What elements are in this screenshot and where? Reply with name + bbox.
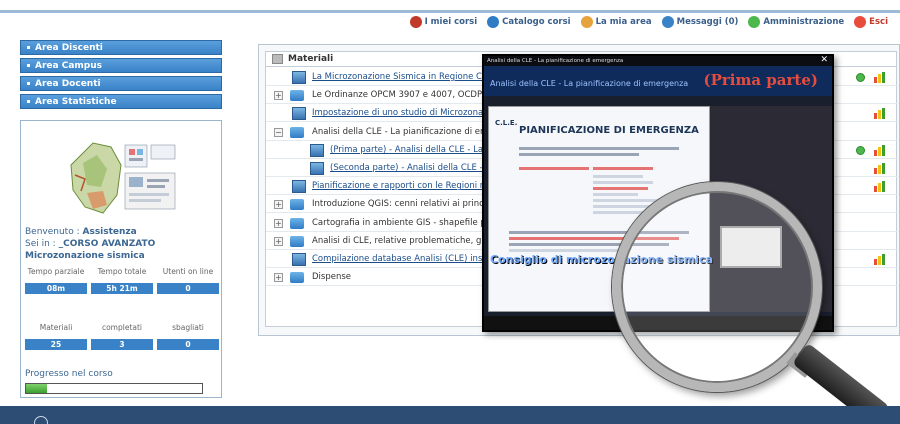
welcome-prefix: Benvenuto : (25, 227, 80, 237)
course-name: _CORSO AVANZATO (58, 239, 156, 249)
collapse-icon[interactable]: − (274, 127, 283, 137)
sidebar-menu-label: Area Docenti (35, 79, 101, 89)
video-window-title: Analisi della CLE - La pianificazione di… (484, 56, 832, 66)
folder-icon (290, 272, 304, 284)
stat-value: 5h 21m (91, 283, 153, 294)
video-window-title-text: Analisi della CLE - La pianificazione di… (487, 58, 624, 64)
completed-status-icon (856, 145, 865, 155)
top-divider (0, 10, 900, 13)
material-stats-table: Materiali completati sbagliati 25 3 0 (25, 317, 219, 350)
video-heading-small: Analisi della CLE - La pianificazione di… (490, 79, 689, 88)
sidebar-menu-label: Area Statistiche (35, 97, 117, 107)
material-title[interactable]: Impostazione di uno studio di Microzonaz… (312, 105, 506, 122)
stat-header: completati (101, 323, 143, 332)
stats-chart-icon[interactable] (874, 254, 885, 265)
topnav-item-1[interactable]: Catalogo corsi (487, 16, 571, 28)
topnav-item-4[interactable]: Amministrazione (748, 16, 844, 28)
close-icon[interactable]: ✕ (820, 56, 828, 65)
document-icon (292, 253, 306, 266)
materials-icon (272, 54, 283, 64)
sidebar-menu-item[interactable]: Area Campus (20, 58, 222, 73)
sidebar-menu-item[interactable]: Area Statistiche (20, 94, 222, 109)
expand-icon[interactable]: + (274, 91, 283, 101)
bullet-icon (27, 100, 30, 103)
document-icon (310, 143, 324, 157)
stats-chart-icon[interactable] (874, 72, 885, 83)
sidebar-menu-item[interactable]: Area Discenti (20, 40, 222, 55)
user-icon (580, 16, 593, 28)
stat-value: 0 (157, 283, 219, 294)
topnav-item-0[interactable]: I miei corsi (409, 16, 478, 28)
sidebar-menu-label: Area Discenti (35, 43, 103, 53)
folder-icon (290, 235, 304, 247)
document-icon (292, 71, 306, 84)
document-icon (292, 180, 306, 194)
expand-icon[interactable]: + (274, 218, 283, 228)
sidebar-menu: Area Discenti Area Campus Area Docenti Area… (20, 40, 222, 112)
top-navigation: I miei corsi Catalogo corsi La mia area Mes… (409, 16, 888, 28)
expand-icon[interactable]: + (274, 273, 283, 283)
topnav-label: La mia area (595, 17, 652, 27)
document-icon (310, 162, 324, 175)
stat-value: 08m (25, 283, 87, 294)
video-heading-big: (Prima parte) (703, 71, 818, 89)
stats-chart-icon[interactable] (874, 144, 885, 156)
course-stats-box: Benvenuto : Assistenza Sei in : _CORSO A… (20, 120, 222, 398)
bullet-icon (27, 46, 30, 49)
topnav-item-5[interactable]: Esci (854, 16, 888, 28)
folder-icon (290, 199, 304, 211)
folder-icon (290, 90, 304, 102)
topnav-item-3[interactable]: Messaggi (0) (661, 16, 739, 28)
course-prefix: Sei in : (25, 239, 56, 249)
folder-icon (290, 217, 304, 229)
bullet-icon (27, 82, 30, 85)
slide-title: PIANIFICAZIONE DI EMERGENZA (519, 125, 699, 136)
time-stats-table: Tempo parziale Tempo totale Utenti on line… (25, 261, 219, 294)
stat-header: Utenti on line (162, 267, 214, 276)
expand-icon[interactable]: + (274, 236, 283, 246)
stat-header: sbagliati (172, 323, 204, 332)
course-map-thumbnail (63, 135, 183, 217)
stats-chart-icon[interactable] (874, 181, 885, 193)
bullet-icon (27, 64, 30, 67)
course-progress-bar (25, 383, 203, 394)
stat-value: 3 (91, 339, 153, 350)
topnav-label: Catalogo corsi (502, 17, 571, 27)
materials-title: Materiali (288, 54, 334, 64)
sidebar-menu-item[interactable]: Area Docenti (20, 76, 222, 91)
folder-icon (290, 126, 304, 138)
progress-fill (26, 384, 48, 393)
topnav-label: Amministrazione (763, 17, 845, 27)
sidebar-menu-label: Area Campus (35, 61, 102, 71)
stat-header: Tempo parziale (27, 267, 85, 276)
exit-icon (854, 16, 867, 28)
stat-header: Materiali (39, 323, 73, 332)
expand-icon[interactable]: + (274, 200, 283, 210)
stats-chart-icon[interactable] (874, 108, 885, 120)
progress-label: Progresso nel corso (25, 369, 113, 379)
stats-chart-icon[interactable] (874, 163, 885, 174)
admin-icon (748, 16, 761, 28)
message-icon (661, 16, 674, 28)
bear-icon (409, 16, 422, 28)
slide-logo: C.L.E. (495, 119, 518, 127)
topnav-label: Messaggi (0) (676, 17, 739, 27)
topnav-item-2[interactable]: La mia area (580, 16, 652, 28)
document-icon (292, 107, 306, 121)
welcome-user: Assistenza (82, 227, 137, 237)
stat-value: 25 (25, 339, 87, 350)
catalog-icon (487, 16, 500, 28)
footer-bar (0, 406, 900, 424)
material-title: Dispense (312, 272, 352, 283)
top-bar: I miei corsi Catalogo corsi La mia area Mes… (0, 0, 900, 38)
topnav-label: Esci (869, 17, 888, 27)
welcome-block: Benvenuto : Assistenza Sei in : _CORSO A… (25, 226, 221, 262)
footer-logo-icon (34, 416, 48, 424)
stat-value: 0 (157, 339, 219, 350)
stat-header: Tempo totale (97, 267, 147, 276)
video-heading-bar: Analisi della CLE - La pianificazione di… (484, 66, 832, 96)
completed-status-icon (856, 73, 865, 82)
topnav-label: I miei corsi (424, 17, 478, 27)
